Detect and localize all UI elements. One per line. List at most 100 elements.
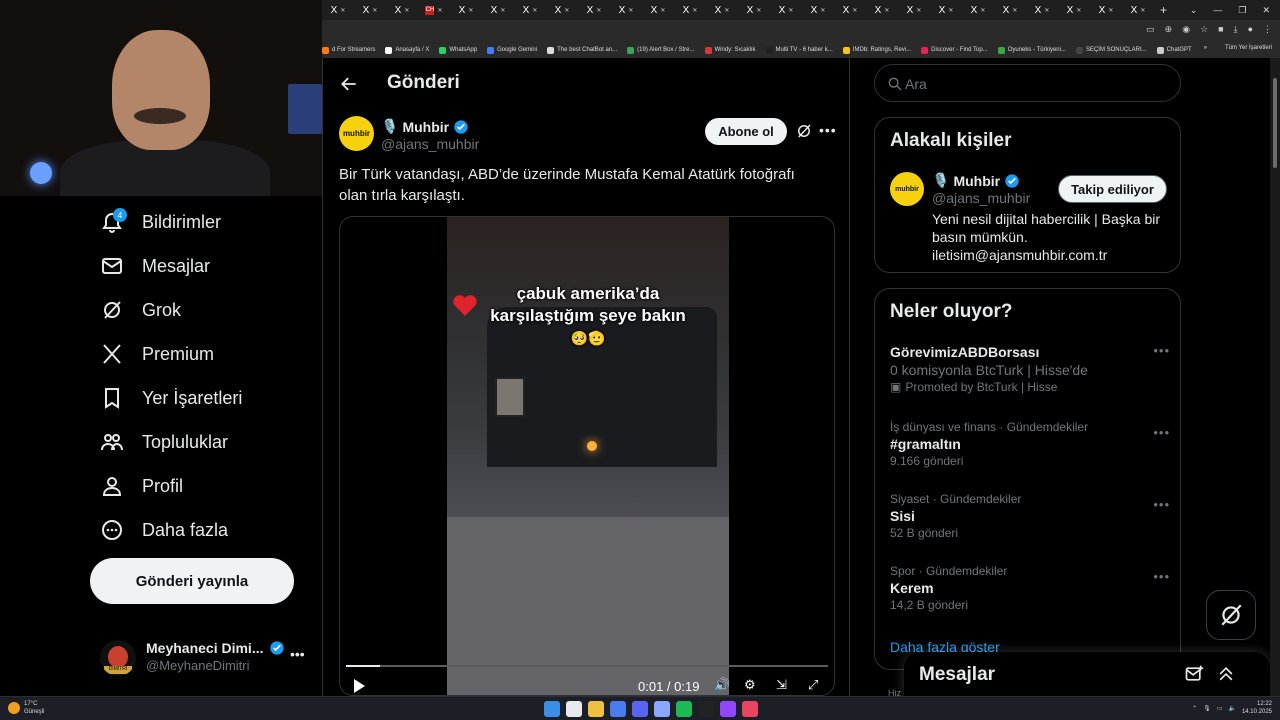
close-tab-icon[interactable]: ✕ <box>532 7 537 14</box>
browser-tab[interactable]: X ✕ <box>1058 0 1090 20</box>
nav-item-more[interactable]: Daha fazla <box>100 512 228 548</box>
taskbar-app-icon[interactable] <box>654 701 670 717</box>
browser-tab[interactable]: X ✕ <box>802 0 834 20</box>
grok-explain-icon[interactable] <box>795 122 813 140</box>
close-tab-icon[interactable]: ✕ <box>500 7 505 14</box>
profile-menu-icon[interactable]: ● <box>1248 24 1253 35</box>
browser-tab[interactable]: X ✕ <box>450 0 482 20</box>
tweet-more-icon[interactable]: ••• <box>819 122 837 138</box>
pip-icon[interactable]: ⇲ <box>776 677 787 693</box>
browser-menu-icon[interactable]: ⋮ <box>1263 24 1272 35</box>
browser-tab[interactable]: X ✕ <box>834 0 866 20</box>
subscribe-button[interactable]: Abone ol <box>705 118 787 145</box>
volume-tray-icon[interactable]: 🔈 <box>1228 705 1235 712</box>
browser-tab[interactable]: X ✕ <box>610 0 642 20</box>
browser-tab[interactable]: CH ✕ <box>418 0 450 20</box>
lens-icon[interactable]: ◉ <box>1182 24 1190 35</box>
close-tab-icon[interactable]: ✕ <box>1108 7 1113 14</box>
nav-item-communities[interactable]: Topluluklar <box>100 424 228 460</box>
nav-item-messages[interactable]: Mesajlar <box>100 248 210 284</box>
close-tab-icon[interactable]: ✕ <box>564 7 569 14</box>
close-tab-icon[interactable]: ✕ <box>788 7 793 14</box>
bookmark-item[interactable]: IMDb: Ratings, Revi... <box>842 46 911 54</box>
browser-tab[interactable]: X ✕ <box>546 0 578 20</box>
close-tab-icon[interactable]: ✕ <box>468 7 473 14</box>
tab-search-icon[interactable]: ⌄ <box>1190 5 1198 16</box>
tray-chevron-icon[interactable]: ⌃ <box>1192 705 1197 712</box>
post-button[interactable]: Gönderi yayınla <box>90 558 294 604</box>
close-window-icon[interactable]: ✕ <box>1262 5 1270 16</box>
back-arrow-icon[interactable] <box>339 74 359 94</box>
close-tab-icon[interactable]: ✕ <box>884 7 889 14</box>
star-icon[interactable]: ☆ <box>1200 24 1208 35</box>
fullscreen-icon[interactable]: ⤢ <box>808 677 818 693</box>
browser-tab[interactable]: X ✕ <box>930 0 962 20</box>
taskbar-app-icon[interactable] <box>610 701 626 717</box>
browser-tab[interactable]: X ✕ <box>514 0 546 20</box>
close-tab-icon[interactable]: ✕ <box>980 7 985 14</box>
close-tab-icon[interactable]: ✕ <box>340 7 345 14</box>
tweet-video[interactable]: çabuk amerika’da karşılaştığım şeye bakı… <box>339 216 835 696</box>
taskbar-app-icon[interactable] <box>676 701 692 717</box>
nav-item-notifications[interactable]: 4 Bildirimler <box>100 204 221 240</box>
bookmark-item[interactable]: Multi TV - 6 haber k... <box>765 46 833 54</box>
nav-item-profile[interactable]: Profil <box>100 468 183 504</box>
bookmark-item[interactable]: SEÇİM SONUÇLARI... <box>1075 46 1147 54</box>
related-person-name-row[interactable]: 🎙️ Muhbir <box>932 172 1020 189</box>
trend-item[interactable]: Siyaset · Gündemdekiler Sisi 52 B gönder… <box>890 491 1170 541</box>
close-tab-icon[interactable]: ✕ <box>756 7 761 14</box>
clock[interactable]: 12:22 14.10.2025 <box>1242 700 1272 716</box>
browser-tab[interactable]: X ✕ <box>674 0 706 20</box>
cast-icon[interactable]: ▭ <box>1146 24 1155 35</box>
minimize-icon[interactable]: — <box>1213 5 1222 15</box>
bio-link[interactable]: iletisim@ajansmuhbir.com.tr <box>932 246 1172 264</box>
zoom-icon[interactable]: ⊕ <box>1165 24 1173 35</box>
browser-tab[interactable]: X ✕ <box>322 0 354 20</box>
close-tab-icon[interactable]: ✕ <box>916 7 921 14</box>
maximize-icon[interactable]: ❐ <box>1238 5 1246 16</box>
bookmarks-overflow-icon[interactable]: » <box>1204 45 1207 51</box>
account-more-icon[interactable]: ••• <box>290 646 305 662</box>
close-tab-icon[interactable]: ✕ <box>437 7 442 14</box>
nav-item-grok[interactable]: Grok <box>100 292 181 328</box>
scrollbar-thumb[interactable] <box>1273 78 1277 168</box>
tweet-author-name-row[interactable]: 🎙️ Muhbir <box>381 118 469 135</box>
close-tab-icon[interactable]: ✕ <box>1076 7 1081 14</box>
browser-tab[interactable]: X ✕ <box>642 0 674 20</box>
extension-icon[interactable]: ■ <box>1218 24 1223 35</box>
close-tab-icon[interactable]: ✕ <box>372 7 377 14</box>
bookmark-item[interactable]: d For Streamers <box>322 46 375 54</box>
account-switcher[interactable]: DIMITRI Meyhaneci Dimi... @MeyhaneDimitr… <box>100 636 310 680</box>
following-button[interactable]: Takip ediliyor <box>1058 175 1167 203</box>
bookmark-item[interactable]: Google Gemini <box>487 46 537 54</box>
browser-tab[interactable]: X ✕ <box>354 0 386 20</box>
trend-more-icon[interactable]: ••• <box>1153 497 1170 512</box>
related-person-handle[interactable]: @ajans_muhbir <box>932 190 1030 206</box>
browser-tab[interactable]: X ✕ <box>866 0 898 20</box>
browser-tab[interactable]: X ✕ <box>994 0 1026 20</box>
trend-more-icon[interactable]: ••• <box>1153 569 1170 584</box>
browser-tab[interactable]: X ✕ <box>482 0 514 20</box>
trend-more-icon[interactable]: ••• <box>1153 343 1170 358</box>
taskbar-app-icon[interactable] <box>544 701 560 717</box>
expand-up-icon[interactable] <box>1216 664 1236 684</box>
browser-tab[interactable]: X ✕ <box>1090 0 1122 20</box>
network-icon[interactable]: ▭ <box>1217 705 1223 712</box>
search-box[interactable]: Ara <box>874 64 1181 102</box>
close-tab-icon[interactable]: ✕ <box>724 7 729 14</box>
browser-tab[interactable]: X ✕ <box>706 0 738 20</box>
taskbar-app-icon[interactable] <box>742 701 758 717</box>
grok-floating-button[interactable] <box>1206 590 1256 640</box>
bookmark-item[interactable]: ChatGPT <box>1156 46 1192 54</box>
close-tab-icon[interactable]: ✕ <box>820 7 825 14</box>
browser-tab[interactable]: X ✕ <box>578 0 610 20</box>
microphone-tray-icon[interactable]: 🎙 <box>1203 705 1211 712</box>
video-progress-bar[interactable] <box>346 665 828 667</box>
close-tab-icon[interactable]: ✕ <box>660 7 665 14</box>
related-person-avatar[interactable]: muhbir <box>890 172 924 206</box>
weather-widget[interactable]: 17°C Güneşli <box>8 700 44 716</box>
nav-item-bookmarks[interactable]: Yer İşaretleri <box>100 380 242 416</box>
bookmark-item[interactable]: The best ChatBot an... <box>547 46 617 54</box>
browser-tab[interactable]: X ✕ <box>962 0 994 20</box>
close-tab-icon[interactable]: ✕ <box>692 7 697 14</box>
